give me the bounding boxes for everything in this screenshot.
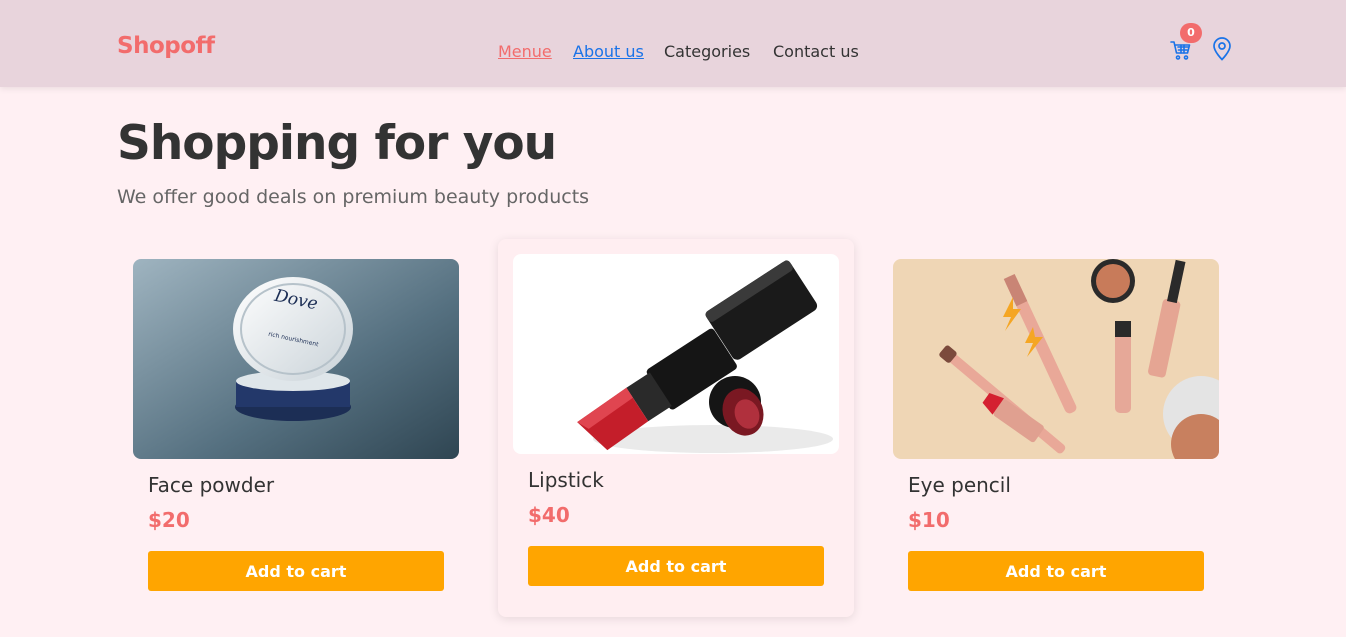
product-image-face-powder: Dove rich nourishment: [133, 259, 459, 459]
product-name: Lipstick: [528, 468, 604, 492]
nav-link-about-us[interactable]: About us: [573, 42, 644, 61]
product-image-eye-pencil: [893, 259, 1219, 459]
product-name: Face powder: [148, 473, 275, 497]
header: Shopoff Menue About us Categories Contac…: [0, 0, 1346, 87]
add-to-cart-button[interactable]: Add to cart: [908, 551, 1204, 591]
location-pin-icon[interactable]: [1212, 37, 1232, 61]
cart-count-badge: 0: [1180, 23, 1202, 43]
product-price: $20: [148, 508, 190, 532]
add-to-cart-button[interactable]: Add to cart: [528, 546, 824, 586]
product-price: $10: [908, 508, 950, 532]
main-nav: Menue About us Categories Contact us: [0, 42, 1346, 64]
page-title: Shopping for you: [117, 116, 557, 171]
product-card: Lipstick $40 Add to cart: [498, 239, 854, 617]
nav-link-menue[interactable]: Menue: [498, 42, 552, 61]
product-name: Eye pencil: [908, 473, 1011, 497]
product-price: $40: [528, 503, 570, 527]
nav-link-contact-us[interactable]: Contact us: [773, 42, 859, 61]
page-subtitle: We offer good deals on premium beauty pr…: [117, 186, 590, 208]
product-card: Eye pencil $10 Add to cart: [878, 244, 1234, 622]
product-image-lipstick: [513, 254, 839, 454]
nav-link-categories[interactable]: Categories: [664, 42, 750, 61]
add-to-cart-button[interactable]: Add to cart: [148, 551, 444, 591]
product-card: Dove rich nourishment Face powder $20 Ad…: [118, 244, 474, 622]
